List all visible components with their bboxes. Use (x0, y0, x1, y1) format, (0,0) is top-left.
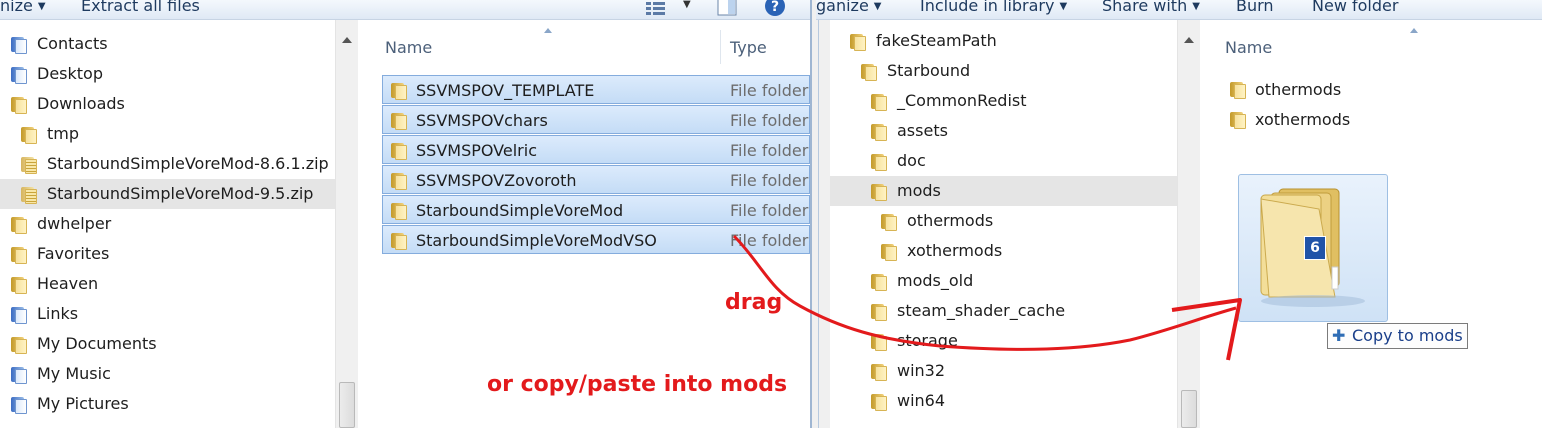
drag-annotation: drag (725, 290, 783, 315)
copy-paste-annotation: or copy/paste into mods (487, 372, 788, 397)
drag-path (732, 234, 1237, 351)
drag-arrow (732, 234, 1242, 361)
